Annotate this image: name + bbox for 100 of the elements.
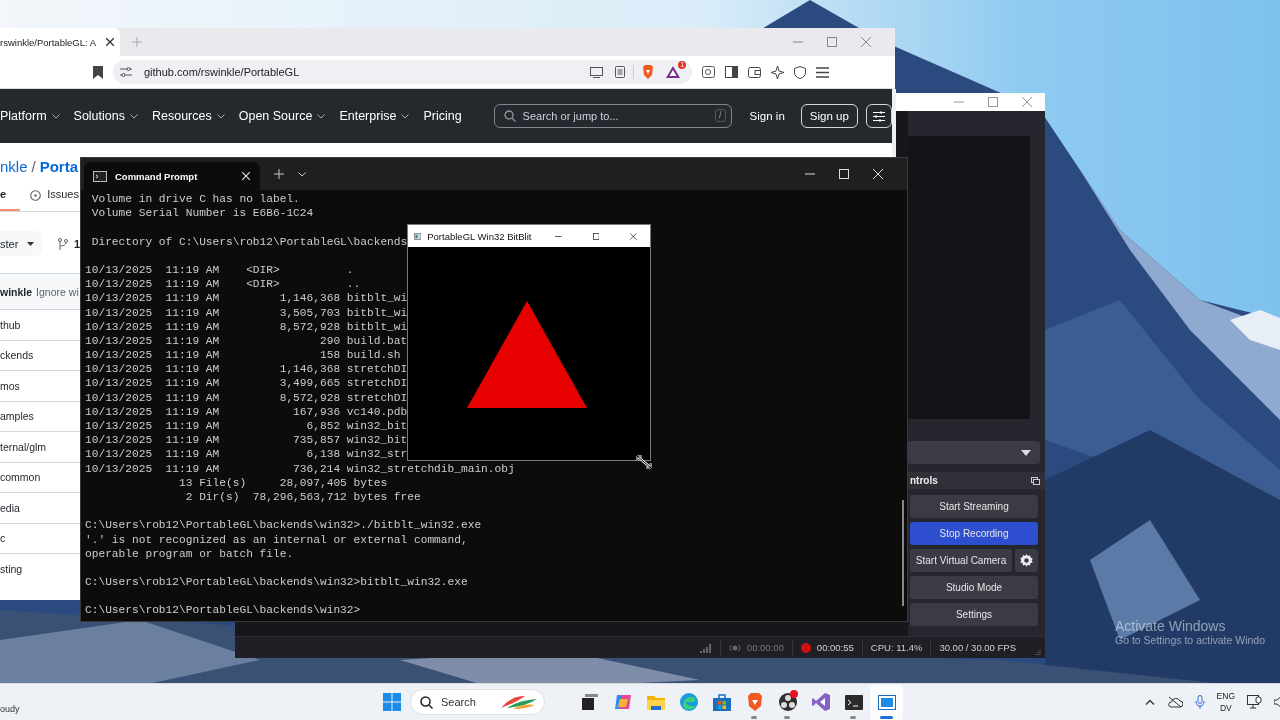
commit-message[interactable]: Ignore wi xyxy=(36,285,79,298)
wallet-icon[interactable] xyxy=(748,66,761,78)
close-icon[interactable] xyxy=(106,38,114,46)
window-stack-icon[interactable] xyxy=(581,694,598,710)
swirl-icon[interactable] xyxy=(613,693,632,711)
monitor-icon[interactable] xyxy=(1247,695,1262,709)
repo-name-link[interactable]: Porta xyxy=(39,157,79,175)
nav-link[interactable]: Pricing xyxy=(423,109,462,123)
window-icon[interactable] xyxy=(877,694,896,710)
wave-icon[interactable] xyxy=(679,693,698,711)
terminal-line: 10/13/2025 11:19 AM 8,572,928 stretchDI xyxy=(85,390,408,405)
terminal-line: 10/13/2025 11:19 AM 167,936 vc140.pdb xyxy=(85,404,408,419)
chevron-down-icon xyxy=(216,114,225,119)
undock-icon[interactable] xyxy=(1031,476,1040,485)
nav-link[interactable]: Platform xyxy=(0,109,60,123)
repo-tab[interactable]: Issues xyxy=(47,179,79,211)
stream-time: 00:00:00 xyxy=(746,642,784,654)
commit-author[interactable]: winkle xyxy=(0,285,33,298)
language-code[interactable]: ENG xyxy=(1216,690,1235,702)
scrollbar-thumb[interactable] xyxy=(902,500,904,606)
resize-grip-icon[interactable] xyxy=(1034,649,1041,656)
settings-button[interactable] xyxy=(1015,549,1038,573)
nav-link[interactable]: Open Source xyxy=(238,109,326,123)
cloud-off-icon[interactable] xyxy=(1166,696,1183,708)
sidebar-icon[interactable] xyxy=(725,66,738,78)
menu-button[interactable] xyxy=(865,104,892,128)
bookmark-icon[interactable] xyxy=(93,65,103,79)
terminal-icon[interactable] xyxy=(844,694,863,710)
url-text: github.com/rswinkle/PortableGL xyxy=(144,66,300,78)
search-icon xyxy=(503,110,516,122)
file-name[interactable]: ckends xyxy=(0,349,34,362)
store-icon[interactable] xyxy=(712,693,731,711)
terminal-line: C:\Users\rob12\PortableGL\backends\win32>bitblt_win32.exe xyxy=(85,575,468,590)
repo-owner-link[interactable]: nkle xyxy=(0,157,28,175)
sign-in-link[interactable]: Sign in xyxy=(749,110,785,122)
nav-link[interactable]: Resources xyxy=(152,109,225,123)
control-button[interactable]: Start Virtual Camera xyxy=(910,549,1012,573)
file-name[interactable]: mos xyxy=(0,379,20,392)
search-icon[interactable] xyxy=(702,66,715,78)
dropdown-icon[interactable] xyxy=(298,171,306,177)
terminal-line: 10/13/2025 11:19 AM 6,138 win32_str xyxy=(85,447,408,462)
issue-icon xyxy=(30,189,42,201)
file-name[interactable]: sting xyxy=(0,562,23,575)
weather-text[interactable]: oudy xyxy=(0,704,20,714)
new-tab-icon[interactable] xyxy=(274,169,284,179)
activation-notice-text: Go to Settings to activate Windo xyxy=(1115,634,1265,646)
shield-icon[interactable] xyxy=(794,65,806,79)
nav-link[interactable]: Solutions xyxy=(73,109,138,123)
terminal-line: 10/13/2025 11:19 AM <DIR> .. xyxy=(85,277,361,292)
record-time: 00:00:55 xyxy=(816,642,854,654)
control-button[interactable]: Start Streaming xyxy=(910,495,1038,519)
terminal-icon xyxy=(93,170,107,182)
terminal-line: 10/13/2025 11:19 AM 1,146,368 stretchDI xyxy=(85,362,408,377)
gear-icon xyxy=(1020,554,1033,568)
control-button[interactable]: Stop Recording xyxy=(910,522,1038,546)
folder-icon[interactable] xyxy=(646,694,665,710)
file-name[interactable]: common xyxy=(0,471,41,484)
file-name[interactable]: thub xyxy=(0,318,21,331)
cpu-usage: CPU: 11.4% xyxy=(870,642,923,654)
terminal-line: Volume in drive C has no label. xyxy=(90,192,300,207)
terminal-line: 10/13/2025 11:19 AM 735,857 win32_bit xyxy=(85,433,408,448)
record-app-icon[interactable] xyxy=(778,693,797,711)
control-button[interactable]: Studio Mode xyxy=(910,576,1038,600)
chevron-down-icon xyxy=(51,114,60,119)
file-name[interactable]: edia xyxy=(0,501,20,514)
broadcast-icon xyxy=(728,643,741,652)
branch-button[interactable]: ster xyxy=(0,231,42,256)
chevron-down-icon xyxy=(317,114,326,119)
dropdown-field[interactable] xyxy=(908,441,1040,465)
region-code[interactable]: DV xyxy=(1219,702,1232,714)
microphone-icon[interactable] xyxy=(1194,695,1205,709)
chevron-up-icon[interactable] xyxy=(1144,699,1155,705)
sparkle-icon[interactable] xyxy=(771,65,784,79)
maximize-icon[interactable] xyxy=(592,231,600,241)
terminal-line: 2 Dir(s) 78,296,563,712 bytes free xyxy=(184,489,421,505)
sliders-icon xyxy=(872,110,885,122)
browser-tab[interactable]: rswinkle/PortableGL: A xyxy=(0,28,120,56)
nav-link[interactable]: Enterprise xyxy=(339,109,410,123)
infinity-icon[interactable] xyxy=(811,693,830,711)
site-settings-icon[interactable] xyxy=(120,67,132,77)
running-indicator xyxy=(751,715,757,719)
file-name[interactable]: c xyxy=(0,532,6,545)
shortcut-key: / xyxy=(715,109,726,122)
terminal-line: 10/13/2025 11:19 AM 8,572,928 bitblt_wi xyxy=(85,319,408,334)
branch-icon xyxy=(57,237,68,250)
terminal-line: 13 File(s) 28,097,405 bytes xyxy=(178,475,388,490)
reader-icon[interactable] xyxy=(615,66,625,78)
sign-up-button[interactable]: Sign up xyxy=(800,104,858,128)
chevron-down-icon xyxy=(130,114,138,119)
terminal-tab[interactable]: Command Prompt xyxy=(84,162,260,190)
file-name[interactable]: amples xyxy=(0,410,34,423)
terminal-line: 10/13/2025 11:19 AM <DIR> . xyxy=(85,262,354,278)
repo-tab[interactable]: e xyxy=(0,179,21,211)
triangle-icon[interactable] xyxy=(666,66,680,78)
cast-icon[interactable] xyxy=(590,66,603,78)
terminal-line: 10/13/2025 11:19 AM 6,852 win32_bit xyxy=(85,419,408,434)
file-name[interactable]: ternal/glm xyxy=(0,440,47,453)
menu-icon[interactable] xyxy=(816,66,829,78)
start-icon[interactable] xyxy=(383,693,401,711)
control-button[interactable]: Settings xyxy=(910,603,1038,627)
